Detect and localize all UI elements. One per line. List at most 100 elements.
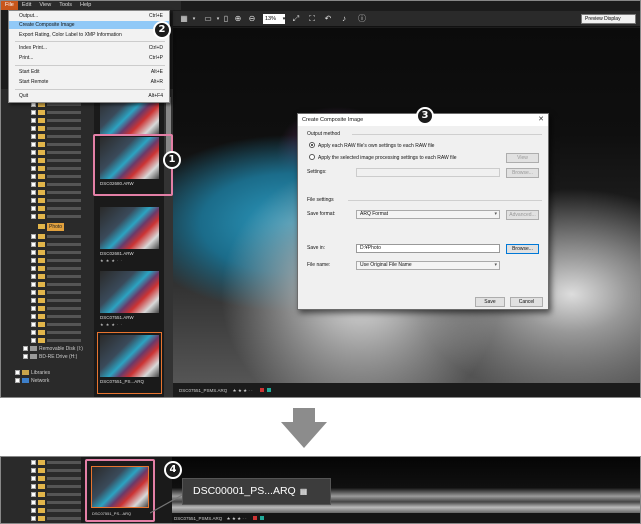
- menu-item-output[interactable]: Output... Ctrl+E: [9, 12, 169, 20]
- tree-row-network[interactable]: Network: [1, 377, 94, 385]
- settings-field[interactable]: [356, 168, 500, 177]
- tree-row[interactable]: [1, 241, 94, 249]
- info-icon[interactable]: ⓘ: [357, 14, 367, 24]
- tree-row[interactable]: [1, 257, 94, 265]
- single-view-icon[interactable]: ▭: [203, 14, 213, 24]
- marker-icon[interactable]: ♪: [339, 14, 349, 24]
- menu-view[interactable]: View: [35, 1, 55, 10]
- fit-icon[interactable]: ▯: [221, 14, 231, 24]
- tree-row[interactable]: [1, 157, 94, 165]
- menu-tools[interactable]: Tools: [55, 1, 76, 10]
- libraries-icon: [22, 370, 29, 376]
- menu-item-quit[interactable]: Quit Alt+F4: [9, 92, 169, 100]
- save-format-label: Save format:: [307, 211, 336, 217]
- disc-drive-icon: [30, 354, 37, 360]
- chevron-down-icon[interactable]: ▾: [189, 14, 199, 24]
- tree-row[interactable]: [1, 329, 94, 337]
- fit-screen-icon[interactable]: ⤢: [291, 14, 301, 24]
- tree-row[interactable]: [1, 181, 94, 189]
- save-in-field[interactable]: D:¥Photo: [356, 244, 500, 253]
- menu-separator: [15, 41, 165, 42]
- tree-row[interactable]: [1, 467, 94, 475]
- radio-selected-settings[interactable]: [309, 154, 315, 160]
- chevron-down-icon[interactable]: ▾: [279, 14, 289, 24]
- tree-row[interactable]: [1, 313, 94, 321]
- browse-button[interactable]: Browse...: [506, 244, 539, 254]
- tree-row-bdre[interactable]: BD-RE Drive (H:): [1, 353, 94, 361]
- folder-tree[interactable]: [1, 457, 81, 523]
- radio-each-raw[interactable]: [309, 142, 315, 148]
- save-button[interactable]: Save: [475, 297, 505, 307]
- tree-row-libraries[interactable]: Libraries: [1, 369, 94, 377]
- tree-row[interactable]: [1, 173, 94, 181]
- preview-display-select[interactable]: Preview Display: [581, 14, 636, 24]
- tree-row[interactable]: [1, 213, 94, 221]
- tree-row[interactable]: [1, 109, 94, 117]
- advanced-button[interactable]: Advanced...: [506, 210, 539, 220]
- callout-4: 4: [164, 461, 182, 479]
- status-filename: DSC07551_PSMS.ARQ: [179, 388, 228, 393]
- menu-item-print[interactable]: Print... Ctrl+P: [9, 54, 169, 62]
- tree-row[interactable]: [1, 337, 94, 345]
- tree-row[interactable]: [1, 117, 94, 125]
- menu-item-start-edit[interactable]: Start Edit Alt+E: [9, 68, 169, 76]
- menu-item-export-rating[interactable]: Export Rating, Color Label to XMP Inform…: [9, 31, 169, 39]
- tree-row[interactable]: [1, 133, 94, 141]
- thumbnail-filename: DSC07551.ARW: [100, 315, 134, 320]
- tree-row[interactable]: [1, 475, 94, 483]
- tree-row[interactable]: [1, 233, 94, 241]
- view-button[interactable]: View: [506, 153, 539, 163]
- thumbnail-selected[interactable]: DSC07551_PS...ARQ: [97, 332, 162, 394]
- tree-row[interactable]: [1, 491, 94, 499]
- status-bar: DSC07551_PSMS.ARQ ★ ★ ★ · ·: [172, 513, 640, 523]
- tree-row-photo[interactable]: Photo: [1, 223, 94, 231]
- file-name-select[interactable]: Use Original File Name ▾: [356, 261, 500, 270]
- tree-row[interactable]: [1, 141, 94, 149]
- tree-row[interactable]: [1, 289, 94, 297]
- save-format-select[interactable]: ARQ Format ▾: [356, 210, 500, 219]
- menu-edit[interactable]: Edit: [18, 1, 35, 10]
- tree-row[interactable]: [1, 507, 94, 515]
- callout-leader-line: [150, 493, 185, 514]
- menu-help[interactable]: Help: [76, 1, 95, 10]
- tree-row[interactable]: [1, 281, 94, 289]
- settings-browse-button[interactable]: Browse...: [506, 168, 539, 178]
- chevron-down-icon: ▾: [494, 211, 497, 217]
- tree-row[interactable]: [1, 249, 94, 257]
- zoom-in-icon[interactable]: ⊕: [233, 14, 243, 24]
- tree-row[interactable]: [1, 165, 94, 173]
- tree-row[interactable]: [1, 321, 94, 329]
- tree-row[interactable]: [1, 189, 94, 197]
- removable-disk-label: Removable Disk (I:): [39, 346, 83, 352]
- rotate-left-icon[interactable]: ↶: [323, 14, 333, 24]
- menu-item-start-remote[interactable]: Start Remote Alt+R: [9, 78, 169, 86]
- tree-row[interactable]: [1, 265, 94, 273]
- tree-row[interactable]: [1, 305, 94, 313]
- tree-photo-label: Photo: [47, 223, 65, 231]
- save-in-label: Save in:: [307, 245, 326, 251]
- tree-row[interactable]: [1, 499, 94, 507]
- tree-row[interactable]: [1, 273, 94, 281]
- menu-item-index-print[interactable]: Index Print... Ctrl+D: [9, 44, 169, 52]
- actual-size-icon[interactable]: ⛶: [307, 14, 317, 24]
- thumbnail[interactable]: DSC07551.ARW ★ ★ ★ · ·: [98, 269, 161, 329]
- menu-file[interactable]: File: [1, 1, 18, 10]
- tree-row[interactable]: [1, 297, 94, 305]
- tree-row[interactable]: [1, 515, 94, 523]
- thumbnail[interactable]: DSC02681.ARW ★ ★ ★ · ·: [98, 205, 161, 265]
- close-icon[interactable]: ✕: [538, 114, 544, 126]
- zoom-out-icon[interactable]: ⊖: [247, 14, 257, 24]
- tree-row[interactable]: [1, 483, 94, 491]
- menu-item-create-composite[interactable]: Create Composite Image: [9, 21, 169, 29]
- folder-tree[interactable]: Photo Removable Disk (I:) BD-RE Drive (H…: [1, 89, 94, 397]
- cancel-button[interactable]: Cancel: [510, 297, 543, 307]
- tree-row[interactable]: [1, 197, 94, 205]
- tree-row[interactable]: [1, 459, 94, 467]
- tree-row[interactable]: [1, 125, 94, 133]
- tree-row-removable[interactable]: Removable Disk (I:): [1, 345, 94, 353]
- menu-item-shortcut: Alt+R: [150, 79, 163, 85]
- thumbnail-filename: DSC02681.ARW: [100, 251, 134, 256]
- grid-view-icon[interactable]: ▦: [179, 14, 189, 24]
- tree-row[interactable]: [1, 149, 94, 157]
- tree-row[interactable]: [1, 205, 94, 213]
